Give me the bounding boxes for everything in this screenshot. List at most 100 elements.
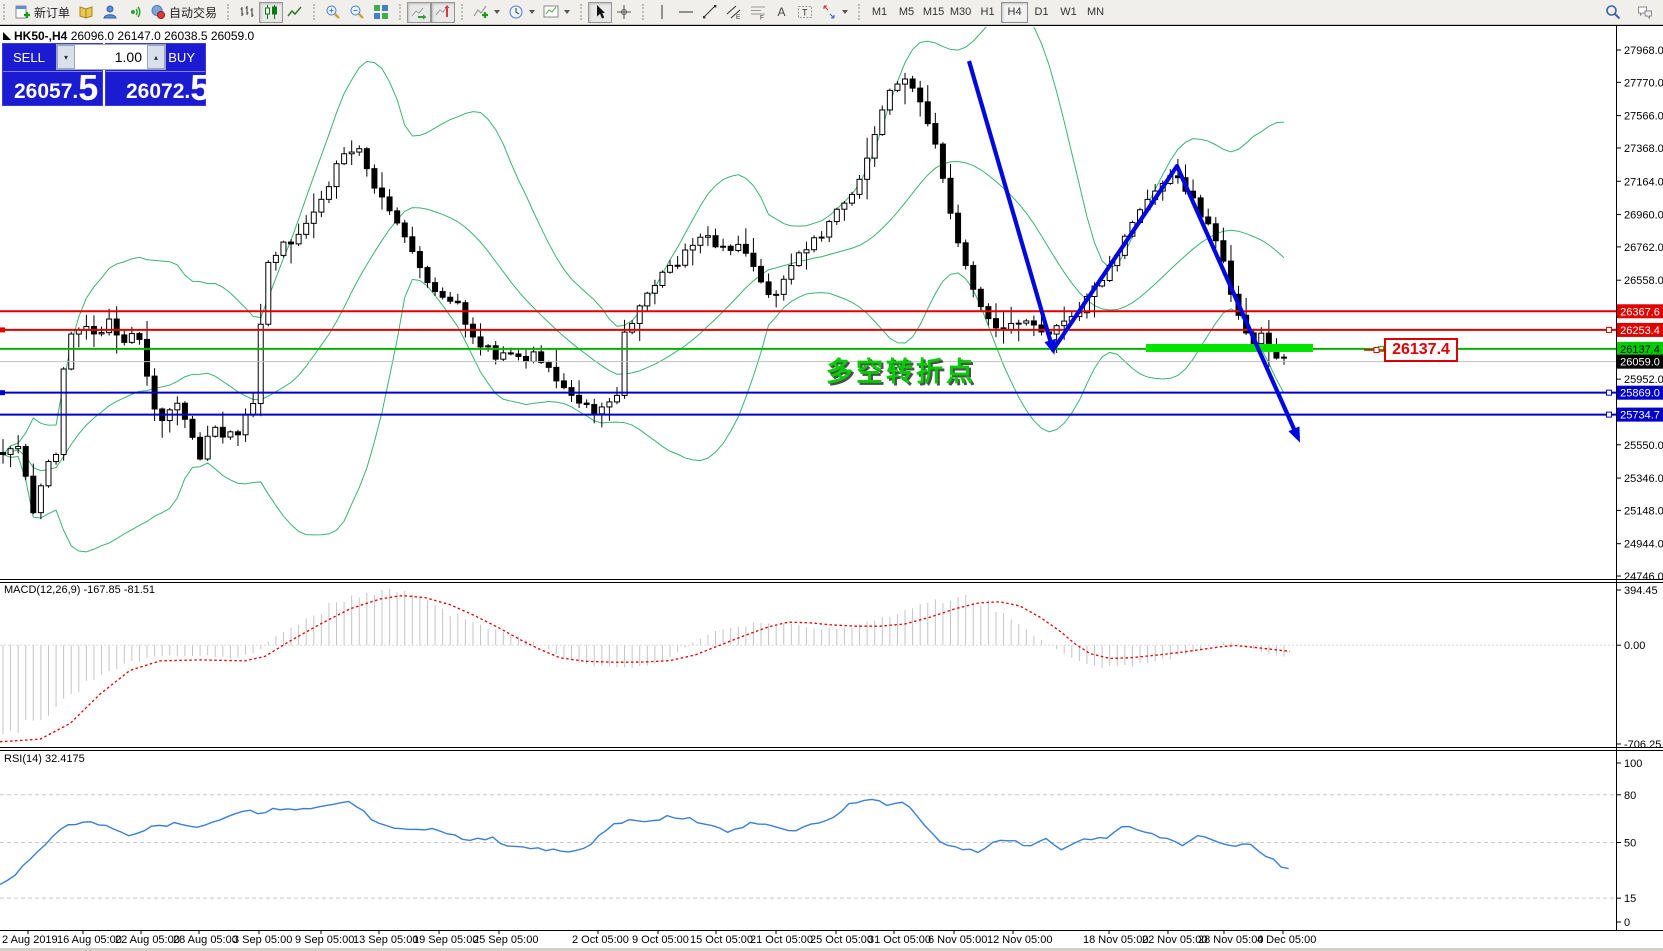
- chevron-down-icon: [842, 10, 848, 14]
- line-handle[interactable]: [1607, 390, 1612, 395]
- text-label-button[interactable]: T: [793, 2, 817, 23]
- trendline-button[interactable]: [698, 2, 722, 23]
- text-label-icon: T: [797, 4, 813, 20]
- new-order-label: 新订单: [34, 4, 70, 21]
- templates-button[interactable]: [539, 2, 574, 23]
- chart-canvas[interactable]: 27968.027770.027566.027368.027164.026960…: [0, 0, 1663, 951]
- timeframe-button-w1[interactable]: W1: [1055, 2, 1082, 23]
- arrows-button[interactable]: [817, 2, 852, 23]
- horizontal-level-lines[interactable]: [0, 311, 1616, 417]
- toolbar-group-timeframes: M1M5M15M30H1H4D1W1MN: [855, 0, 1112, 25]
- macd-signal-line: [0, 596, 1290, 742]
- chat-button[interactable]: [1633, 1, 1657, 22]
- crosshair-icon: [616, 4, 632, 20]
- autoscroll-button[interactable]: [407, 2, 431, 23]
- candlestick-chart-button[interactable]: [259, 2, 283, 23]
- autotrading-button[interactable]: 自动交易: [146, 2, 221, 23]
- toolbar-group-trade: 新订单 自动交易: [0, 0, 224, 25]
- highlighted-line-segment[interactable]: [1146, 344, 1313, 352]
- text-tool-button[interactable]: A: [770, 2, 793, 23]
- chart-shift-button[interactable]: [431, 2, 455, 23]
- svg-text:-706.25: -706.25: [1624, 739, 1661, 751]
- line-chart-icon: [287, 4, 303, 20]
- vertical-line-button[interactable]: [650, 2, 674, 23]
- time-axis-label: 16 Aug 05:00: [57, 934, 122, 946]
- alerts-button[interactable]: [122, 2, 146, 23]
- time-axis[interactable]: 2 Aug 201916 Aug 05:0022 Aug 05:0028 Aug…: [0, 931, 1663, 948]
- arrowhead-icon: [1288, 426, 1305, 445]
- periods-button[interactable]: [504, 2, 539, 23]
- line-handle[interactable]: [1607, 327, 1612, 332]
- indicators-button[interactable]: [469, 2, 504, 23]
- volume-stepper: ▾ ▴: [56, 44, 166, 70]
- line-chart-button[interactable]: [283, 2, 307, 23]
- cursor-icon: [592, 4, 608, 20]
- new-order-icon: [15, 4, 31, 20]
- chart-title: HK50-,H4 26096.0 26147.0 26038.5 26059.0: [14, 29, 254, 43]
- svg-text:50: 50: [1624, 838, 1636, 850]
- chart-text-annotation[interactable]: 多空转折点: [826, 350, 976, 389]
- volume-decrease-button[interactable]: ▾: [57, 45, 75, 69]
- time-axis-label: 9 Oct 05:00: [632, 934, 689, 946]
- svg-text:25952.0: 25952.0: [1624, 374, 1663, 386]
- toolbar-group-objects: E F A T: [639, 0, 855, 25]
- svg-text:25148.0: 25148.0: [1624, 505, 1663, 517]
- cursor-button[interactable]: [588, 2, 612, 23]
- ohlc-values: 26096.0 26147.0 26038.5 26059.0: [71, 29, 255, 43]
- autotrading-label: 自动交易: [169, 4, 217, 21]
- line-handle[interactable]: [0, 327, 5, 332]
- timeframe-button-h4[interactable]: H4: [1001, 2, 1028, 23]
- symbol-search-button[interactable]: [1601, 1, 1625, 22]
- candlestick-chart-icon: [263, 4, 279, 20]
- trend-zigzag-arrows[interactable]: [969, 61, 1306, 445]
- timeframe-button-m30[interactable]: M30: [947, 2, 974, 23]
- new-order-button[interactable]: 新订单: [11, 2, 74, 23]
- time-axis-label: 9 Sep 05:00: [295, 934, 354, 946]
- fibonacci-icon: F: [750, 4, 766, 20]
- price-axis[interactable]: 27968.027770.027566.027368.027164.026960…: [1616, 45, 1663, 929]
- toolbar-right: [1601, 1, 1657, 22]
- search-icon: [1605, 4, 1621, 20]
- toolbar-group-zoom: [310, 0, 396, 25]
- svg-text:26762.0: 26762.0: [1624, 242, 1663, 254]
- line-handle[interactable]: [0, 390, 5, 395]
- community-button[interactable]: [98, 2, 122, 23]
- autoscroll-icon: [411, 4, 427, 20]
- tile-windows-button[interactable]: [369, 2, 393, 23]
- timeframe-button-h1[interactable]: H1: [974, 2, 1001, 23]
- horizontal-line-button[interactable]: [674, 2, 698, 23]
- fibonacci-button[interactable]: F: [746, 2, 770, 23]
- zoom-in-button[interactable]: [321, 2, 345, 23]
- time-axis-label: 15 Oct 05:00: [690, 934, 753, 946]
- price-callout-label[interactable]: 26137.4: [1384, 338, 1458, 362]
- buy-price: 26072 . 5: [106, 71, 205, 104]
- volume-input[interactable]: [75, 45, 147, 69]
- horizontal-line-icon: [678, 4, 694, 20]
- timeframe-button-m5[interactable]: M5: [893, 2, 920, 23]
- time-axis-label: 19 Sep 05:00: [413, 934, 478, 946]
- timeframe-button-m15[interactable]: M15: [920, 2, 947, 23]
- svg-text:E: E: [736, 14, 741, 20]
- channel-button[interactable]: E: [722, 2, 746, 23]
- line-handle[interactable]: [1607, 412, 1612, 417]
- rsi-plot: [0, 795, 1616, 898]
- timeframe-button-mn[interactable]: MN: [1082, 2, 1109, 23]
- trendline-icon: [702, 4, 718, 20]
- volume-increase-button[interactable]: ▴: [147, 45, 165, 69]
- time-axis-label: 12 Nov 05:00: [987, 934, 1052, 946]
- time-axis-label: 28 Aug 05:00: [173, 934, 238, 946]
- svg-text:26253.4: 26253.4: [1620, 325, 1660, 337]
- timeframe-button-d1[interactable]: D1: [1028, 2, 1055, 23]
- time-axis-label: 13 Sep 05:00: [353, 934, 418, 946]
- crosshair-button[interactable]: [612, 2, 636, 23]
- pane-borders: [0, 26, 1663, 931]
- clock-icon: [508, 4, 524, 20]
- bar-chart-button[interactable]: [235, 2, 259, 23]
- timeframe-button-m1[interactable]: M1: [866, 2, 893, 23]
- rsi-indicator-label: RSI(14) 32.4175: [4, 753, 85, 765]
- svg-text:25869.0: 25869.0: [1620, 388, 1660, 400]
- time-axis-label: 2 Aug 2019: [2, 934, 58, 946]
- history-center-button[interactable]: [74, 2, 98, 23]
- zoom-out-button[interactable]: [345, 2, 369, 23]
- tile-windows-icon: [373, 4, 389, 20]
